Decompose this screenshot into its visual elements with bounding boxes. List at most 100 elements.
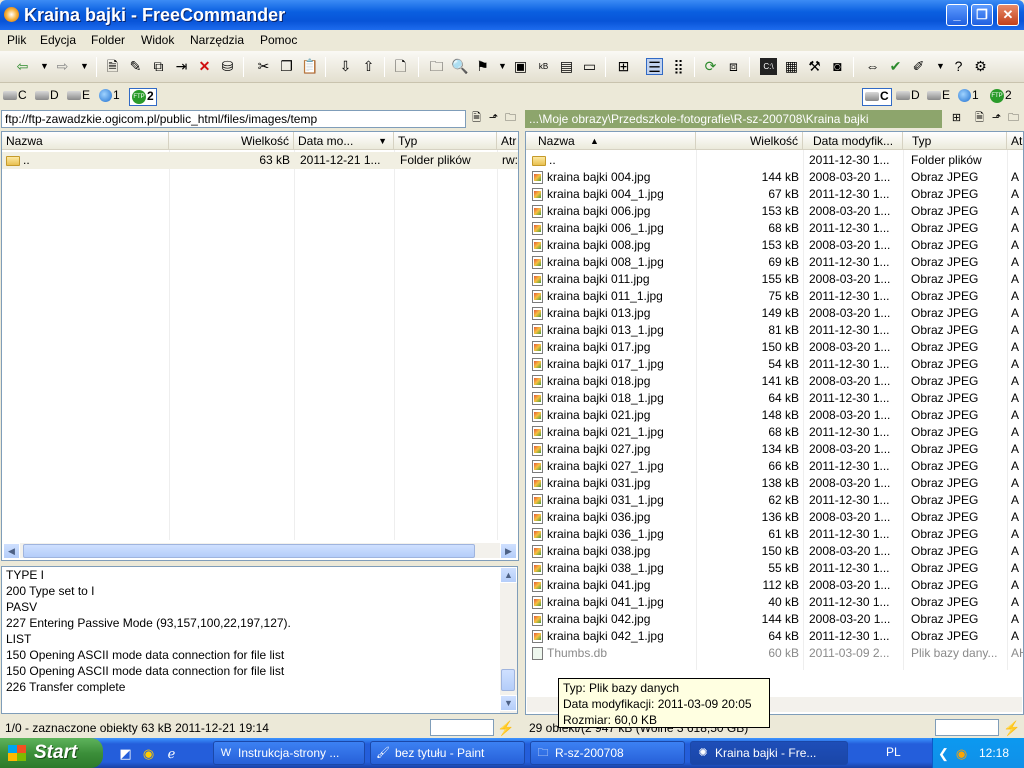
left-history-icon[interactable]: 🗎 bbox=[470, 112, 483, 125]
scroll-thumb[interactable] bbox=[23, 544, 475, 558]
scroll-left-icon[interactable]: ◀ bbox=[3, 543, 20, 559]
scroll-up-icon[interactable]: ▲ bbox=[500, 567, 517, 583]
left-drive-2[interactable]: FTP 2 bbox=[129, 88, 157, 106]
right-col-attr[interactable]: At bbox=[1007, 132, 1023, 150]
scroll-down-icon[interactable]: ▼ bbox=[500, 695, 517, 711]
copy-file-icon[interactable]: ⧉ bbox=[150, 58, 167, 75]
left-col-size[interactable]: Wielkość bbox=[169, 132, 294, 150]
internet-explorer-icon[interactable]: ℯ bbox=[163, 745, 180, 762]
taskbar-item-freecommander[interactable]: ✺ Kraina bajki - Fre... bbox=[690, 741, 848, 765]
download-icon[interactable]: ⇩ bbox=[337, 58, 354, 75]
table-row[interactable]: kraina bajki 004_1.jpg 67 kB 2011-12-30 1.… bbox=[526, 186, 1023, 203]
table-row[interactable]: kraina bajki 017.jpg 150 kB 2008-03-20 1..… bbox=[526, 339, 1023, 356]
right-drive-2[interactable]: FTP 2 bbox=[990, 88, 1012, 106]
tools-icon[interactable]: ⚒ bbox=[806, 58, 823, 75]
right-drive-d[interactable]: D bbox=[896, 88, 920, 106]
help-icon[interactable]: ? bbox=[950, 58, 967, 75]
view-icon[interactable]: 🗎 bbox=[104, 58, 121, 75]
left-col-type[interactable]: Typ bbox=[394, 132, 497, 150]
tree-icon[interactable]: ⊞ bbox=[615, 58, 632, 75]
left-col-attr[interactable]: Atr bbox=[497, 132, 518, 150]
table-row[interactable]: kraina bajki 013_1.jpg 81 kB 2011-12-30 1.… bbox=[526, 322, 1023, 339]
size-icon[interactable]: kB bbox=[535, 58, 552, 75]
left-col-name[interactable]: Nazwa bbox=[2, 132, 169, 150]
table-row[interactable]: kraina bajki 017_1.jpg 54 kB 2011-12-30 1.… bbox=[526, 356, 1023, 373]
table-row[interactable]: kraina bajki 031_1.jpg 62 kB 2011-12-30 1.… bbox=[526, 492, 1023, 509]
scroll-right-icon[interactable]: ▶ bbox=[500, 543, 517, 559]
favorites-dropdown-icon[interactable]: ▼ bbox=[932, 58, 949, 75]
table-row[interactable]: kraina bajki 006_1.jpg 68 kB 2011-12-30 1.… bbox=[526, 220, 1023, 237]
left-horizontal-scrollbar[interactable]: ◀ ▶ bbox=[2, 542, 518, 559]
filter-icon[interactable]: ⚑ bbox=[474, 58, 491, 75]
ftp-log[interactable]: TYPE I 200 Type set to I PASV 227 Enteri… bbox=[1, 566, 518, 714]
search-icon[interactable]: 🔍 bbox=[451, 58, 468, 75]
table-row[interactable]: kraina bajki 042_1.jpg 64 kB 2011-12-30 1.… bbox=[526, 628, 1023, 645]
right-folder-up-icon[interactable]: ⬏ bbox=[990, 112, 1003, 125]
right-history-icon[interactable]: 🗎 bbox=[973, 112, 986, 125]
right-path-field[interactable]: ...\Moje obrazy\Przedszkole-fotografie\R… bbox=[525, 110, 942, 128]
edit-icon[interactable]: ✎ bbox=[127, 58, 144, 75]
right-quick-filter[interactable] bbox=[935, 719, 999, 736]
table-row[interactable]: kraina bajki 008.jpg 153 kB 2008-03-20 1..… bbox=[526, 237, 1023, 254]
menu-edycja[interactable]: Edycja bbox=[40, 33, 76, 47]
left-drive-1[interactable]: 1 bbox=[99, 88, 120, 106]
paste-icon[interactable]: 📋 bbox=[301, 58, 318, 75]
pack-icon[interactable]: ▣ bbox=[512, 58, 529, 75]
settings-icon[interactable]: ⚙ bbox=[972, 58, 989, 75]
new-folder-icon[interactable]: 🗀 bbox=[428, 58, 445, 75]
table-row[interactable]: Thumbs.db 60 kB 2011-03-09 2... Plik bazy d… bbox=[526, 645, 1023, 662]
right-drive-c[interactable]: C bbox=[862, 88, 892, 106]
window-icon[interactable]: ⧈ bbox=[725, 58, 742, 75]
console-icon[interactable]: C:\ bbox=[760, 58, 777, 75]
right-drive-1[interactable]: 1 bbox=[958, 88, 979, 106]
table-row[interactable]: kraina bajki 021.jpg 148 kB 2008-03-20 1..… bbox=[526, 407, 1023, 424]
menu-folder[interactable]: Folder bbox=[91, 33, 125, 47]
folder-size-icon[interactable]: ▤ bbox=[558, 58, 575, 75]
table-row[interactable]: kraina bajki 027.jpg 134 kB 2008-03-20 1..… bbox=[526, 441, 1023, 458]
right-col-size[interactable]: Wielkość bbox=[696, 132, 803, 150]
table-row[interactable]: kraina bajki 021_1.jpg 68 kB 2011-12-30 1.… bbox=[526, 424, 1023, 441]
left-folder-up-icon[interactable]: ⬏ bbox=[487, 112, 500, 125]
back-dropdown-icon[interactable]: ▼ bbox=[36, 58, 53, 75]
delete-icon[interactable]: ✕ bbox=[196, 58, 213, 75]
properties-icon[interactable]: ⛁ bbox=[219, 58, 236, 75]
left-filter-icon[interactable]: ⚡ bbox=[497, 720, 514, 737]
close-button[interactable]: ✕ bbox=[997, 4, 1019, 26]
document-icon[interactable]: 🗋 bbox=[392, 58, 409, 75]
taskbar-item-instrukcja[interactable]: W Instrukcja-strony ... bbox=[213, 741, 365, 765]
table-row[interactable]: .. 63 kB 2011-12-21 1... Folder plików r… bbox=[2, 152, 518, 169]
list-view-icon[interactable]: ⣿ bbox=[670, 58, 687, 75]
left-drive-e[interactable]: E bbox=[67, 88, 90, 106]
table-row[interactable]: kraina bajki 038_1.jpg 55 kB 2011-12-30 1.… bbox=[526, 560, 1023, 577]
tray-expand-icon[interactable]: ❮ bbox=[935, 745, 952, 762]
table-row[interactable]: kraina bajki 031.jpg 138 kB 2008-03-20 1..… bbox=[526, 475, 1023, 492]
table-row[interactable]: kraina bajki 008_1.jpg 69 kB 2011-12-30 1.… bbox=[526, 254, 1023, 271]
table-row[interactable]: kraina bajki 018_1.jpg 64 kB 2011-12-30 1.… bbox=[526, 390, 1023, 407]
menu-pomoc[interactable]: Pomoc bbox=[260, 33, 297, 47]
left-path-field[interactable]: ftp://ftp-zawadzkie.ogicom.pl/public_htm… bbox=[1, 110, 466, 128]
left-col-date[interactable]: Data mo... ▼ bbox=[294, 132, 394, 150]
menu-plik[interactable]: Plik bbox=[7, 33, 26, 47]
app-icon[interactable] bbox=[4, 7, 19, 22]
table-row[interactable]: kraina bajki 011_1.jpg 75 kB 2011-12-30 1.… bbox=[526, 288, 1023, 305]
taskbar-item-paint[interactable]: 🖌 bez tytułu - Paint bbox=[370, 741, 525, 765]
refresh-icon[interactable]: ⟳ bbox=[702, 58, 719, 75]
table-row[interactable]: kraina bajki 011.jpg 155 kB 2008-03-20 1..… bbox=[526, 271, 1023, 288]
compare-icon[interactable]: ⇔ bbox=[864, 58, 881, 75]
minimize-button[interactable]: _ bbox=[946, 4, 968, 26]
menu-widok[interactable]: Widok bbox=[141, 33, 174, 47]
right-network-icon[interactable]: ⊞ bbox=[950, 112, 963, 125]
upload-icon[interactable]: ⇧ bbox=[360, 58, 377, 75]
back-icon[interactable]: ⇦ bbox=[14, 58, 31, 75]
copy-icon[interactable]: ❐ bbox=[278, 58, 295, 75]
details-view-icon[interactable]: ☰ bbox=[646, 58, 663, 75]
language-indicator[interactable]: PL bbox=[886, 745, 901, 759]
table-row[interactable]: kraina bajki 042.jpg 144 kB 2008-03-20 1..… bbox=[526, 611, 1023, 628]
table-row[interactable]: kraina bajki 036_1.jpg 61 kB 2011-12-30 1.… bbox=[526, 526, 1023, 543]
table-row[interactable]: kraina bajki 036.jpg 136 kB 2008-03-20 1..… bbox=[526, 509, 1023, 526]
left-favorites-icon[interactable]: 🗀 bbox=[504, 112, 517, 125]
maximize-button[interactable]: ❐ bbox=[971, 4, 993, 26]
title-bar[interactable]: Kraina bajki - FreeCommander _ ❐ ✕ bbox=[0, 0, 1024, 30]
table-row[interactable]: kraina bajki 018.jpg 141 kB 2008-03-20 1..… bbox=[526, 373, 1023, 390]
forward-dropdown-icon[interactable]: ▼ bbox=[76, 58, 93, 75]
